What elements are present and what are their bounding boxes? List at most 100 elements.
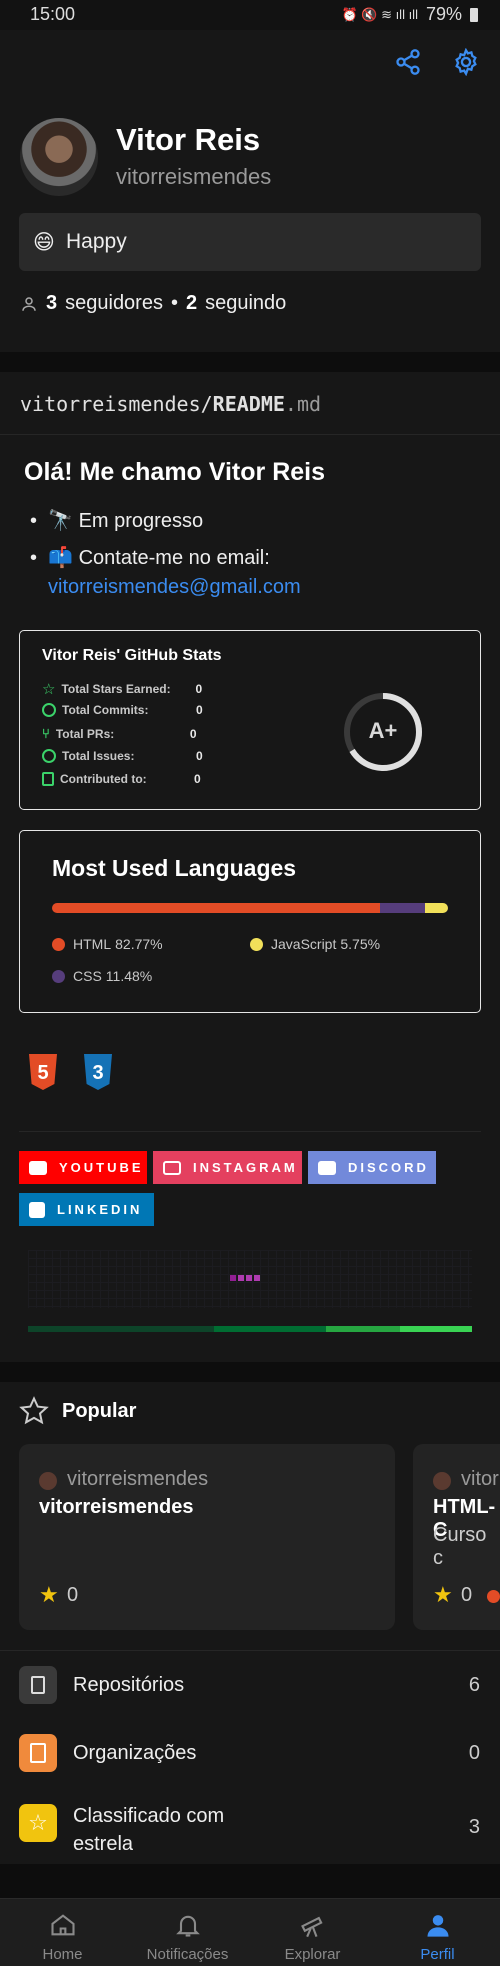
menu-count: 6 (468, 1674, 480, 1696)
person-icon (22, 296, 36, 311)
mailbox-emoji: 📫 (48, 547, 74, 569)
status-time: 15:00 (30, 4, 76, 24)
menu-count: 3 (468, 1816, 480, 1838)
languages-title: Most Used Languages (52, 855, 297, 881)
followers-label: seguidores (65, 292, 163, 314)
discord-icon (318, 1160, 336, 1175)
instagram-icon (163, 1160, 181, 1175)
star-icon: ★ (39, 1582, 59, 1607)
youtube-icon (29, 1160, 47, 1175)
status-text: Happy (66, 230, 127, 253)
followers-separator: • (170, 292, 178, 314)
following-count: 2 (185, 292, 198, 314)
divider (0, 434, 500, 435)
badge-label: DISCORD (348, 1160, 429, 1175)
stat-value: 0 (195, 682, 203, 696)
svg-text:5: 5 (37, 1062, 48, 1084)
lang-dot (52, 937, 65, 951)
nav-profile[interactable]: Perfil (375, 1899, 500, 1966)
bullet-text: Contate-me no email: (78, 547, 270, 569)
divider (19, 1131, 481, 1132)
stats-title: Vitor Reis' GitHub Stats (42, 647, 222, 664)
profile-actions (394, 48, 480, 76)
lang-segment-javascript (425, 903, 448, 913)
instagram-badge[interactable]: INSTAGRAM (153, 1151, 302, 1184)
language-item: HTML 82.77% (52, 936, 163, 952)
nav-notifications[interactable]: Notificações (125, 1899, 250, 1966)
bullet-text: Em progresso (78, 510, 204, 532)
issue-icon (42, 749, 56, 763)
lang-percent: 11.48% (105, 968, 153, 984)
linkedin-badge[interactable]: LINKEDIN (19, 1193, 154, 1226)
youtube-badge[interactable]: YOUTUBE (19, 1151, 147, 1184)
linkedin-icon (29, 1201, 45, 1218)
lang-percent: 82.77% (115, 936, 163, 952)
list-item: • 📫 Contate-me no email: (30, 547, 270, 569)
star-icon: ★ (433, 1582, 453, 1607)
badge-label: YOUTUBE (59, 1160, 144, 1175)
stat-row: ⑂ Total PRs: 0 (42, 726, 197, 741)
stat-value: 0 (189, 726, 197, 741)
readme-slash: / (200, 392, 213, 416)
grade-label: A+ (368, 718, 398, 743)
status-box[interactable]: 😄 Happy (19, 213, 481, 271)
lang-segment-css (379, 903, 426, 913)
star-icon: ☆ (19, 1804, 57, 1842)
avatar[interactable] (20, 118, 98, 196)
nav-label: Explorar (284, 1946, 341, 1963)
stat-row: ☆ Total Stars Earned: 0 (42, 680, 202, 698)
bottom-navigation: Home Notificações Explorar Perfil (0, 1898, 500, 1966)
repo-card[interactable]: vitor HTML-C Curso c ★ 0 (413, 1444, 500, 1630)
repo-icon (42, 772, 54, 786)
repo-card[interactable]: vitorreismendes vitorreismendes ★ 0 (19, 1444, 395, 1630)
contribution-cells (230, 1268, 262, 1286)
bell-icon (175, 1915, 200, 1937)
stat-label: Total Commits: (62, 703, 149, 717)
stat-row: Contributed to: 0 (42, 772, 201, 786)
repo-icon (19, 1666, 57, 1704)
status-indicators: ⏰ 🔇 ≋ ıll ıll 79% (341, 4, 478, 25)
avatar (433, 1472, 451, 1490)
battery-icon (470, 7, 478, 22)
menu-item-starred[interactable]: ☆ Classificado com estrela 3 (0, 1786, 500, 1876)
menu-item-organizations[interactable]: Organizações 0 (0, 1718, 500, 1786)
history-icon (42, 703, 56, 717)
profile-login: vitorreismendes (116, 164, 272, 189)
stat-label: Contributed to: (60, 772, 147, 786)
readme-owner: vitorreismendes (20, 392, 201, 416)
nav-home[interactable]: Home (0, 1899, 125, 1966)
readme-ext: .md (284, 392, 322, 416)
lang-dot (250, 937, 263, 951)
nav-label: Home (42, 1946, 83, 1963)
status-emoji: 😄 (33, 231, 55, 254)
discord-badge[interactable]: DISCORD (308, 1151, 436, 1184)
gear-icon[interactable] (452, 48, 480, 76)
organization-icon (19, 1734, 57, 1772)
menu-item-repositories[interactable]: Repositórios 6 (0, 1650, 500, 1718)
share-icon[interactable] (394, 48, 422, 76)
signal-icons: ⏰ 🔇 ≋ ıll ıll (341, 6, 418, 22)
lang-name: CSS (73, 968, 102, 984)
menu-count: 0 (468, 1742, 480, 1764)
email-link[interactable]: vitorreismendes@gmail.com (48, 576, 301, 599)
stat-label: Total Stars Earned: (61, 682, 171, 696)
repo-owner: vitorreismendes (67, 1468, 209, 1490)
nav-explore[interactable]: Explorar (250, 1899, 375, 1966)
repo-description: Curso c (433, 1524, 487, 1569)
menu-label: Organizações (73, 1742, 197, 1764)
badge-label: LINKEDIN (57, 1202, 143, 1217)
badge-label: INSTAGRAM (193, 1160, 298, 1175)
telescope-emoji: 🔭 (48, 510, 74, 532)
stat-value: 0 (194, 772, 201, 786)
css3-icon: 3 (84, 1054, 112, 1090)
lang-dot (52, 969, 65, 983)
languages-bar (52, 903, 448, 913)
stat-value: 0 (196, 703, 203, 717)
followers-line[interactable]: 3 seguidores • 2 seguindo (20, 292, 286, 315)
lang-name: JavaScript (271, 936, 337, 952)
lang-segment-html (52, 903, 380, 913)
language-dot (487, 1590, 500, 1603)
readme-heading: Olá! Me chamo Vitor Reis (24, 458, 326, 486)
avatar (39, 1472, 57, 1490)
pull-request-icon: ⑂ (42, 726, 50, 741)
